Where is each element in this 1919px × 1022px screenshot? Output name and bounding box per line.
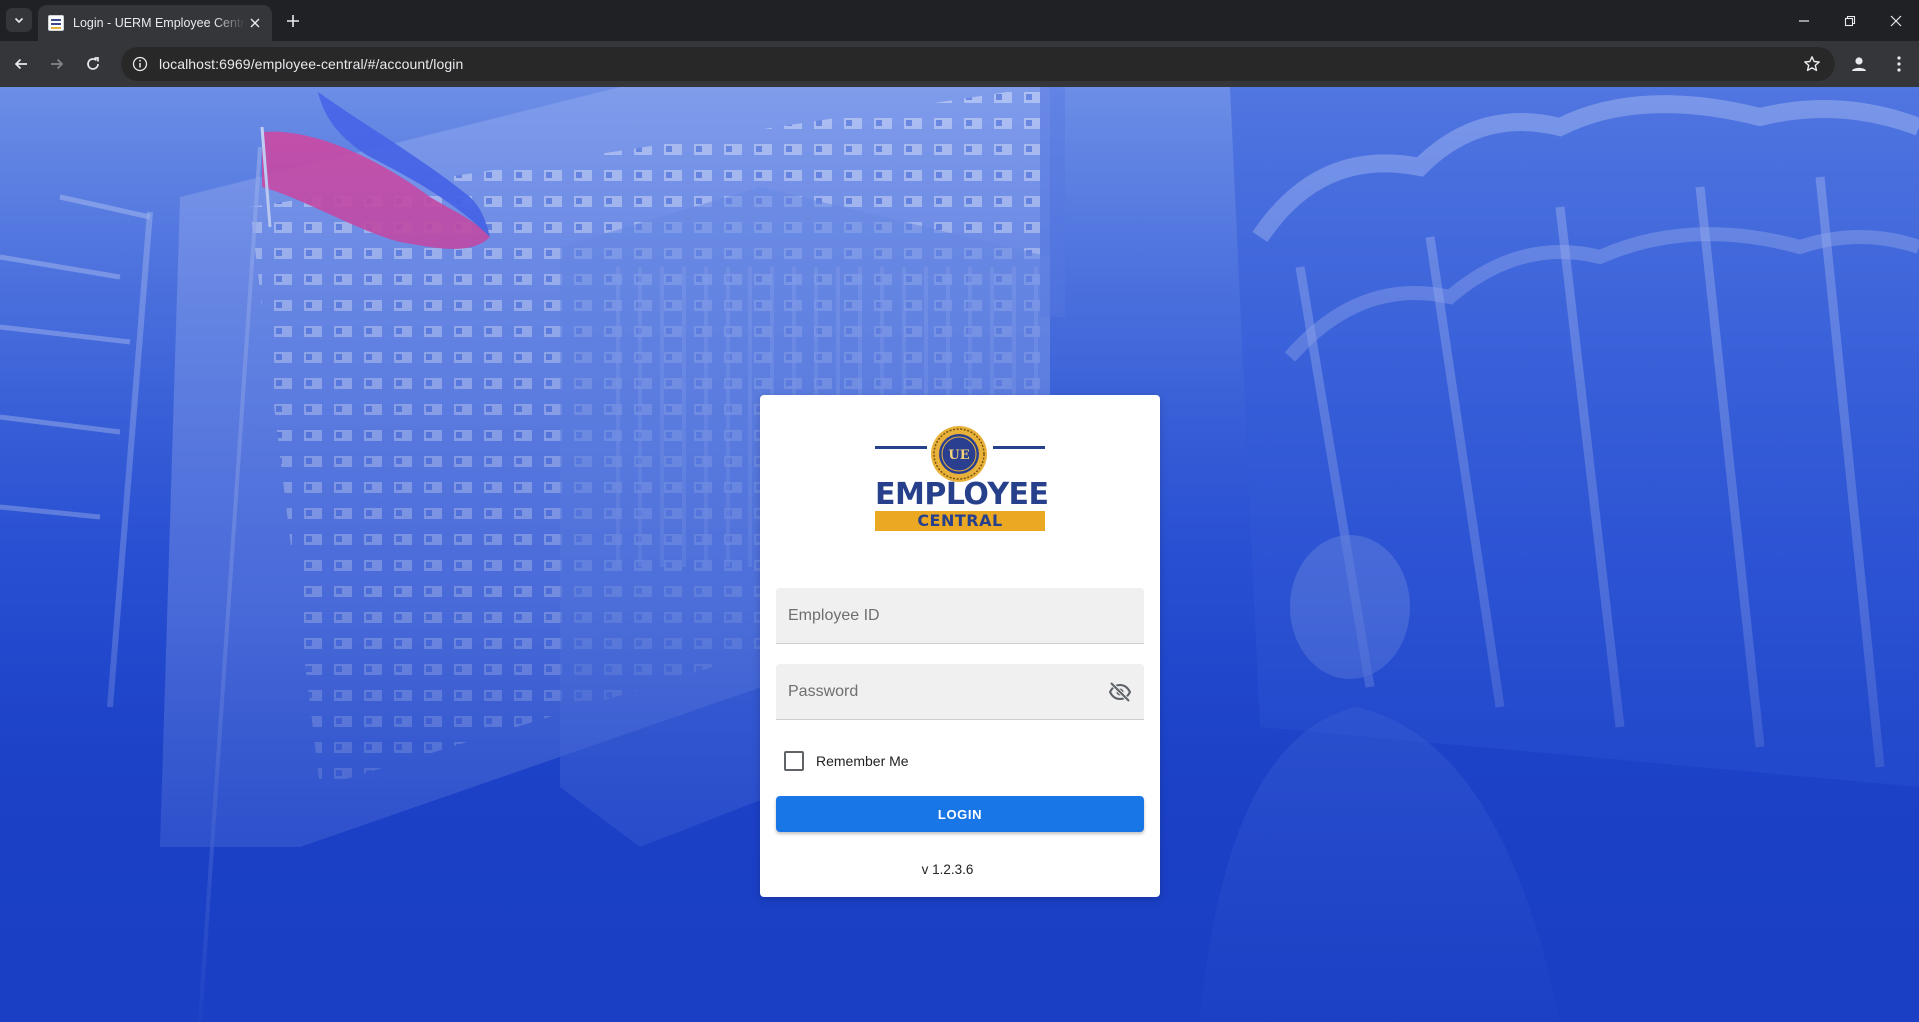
site-info-button[interactable] (129, 53, 151, 75)
close-window-button[interactable] (1873, 0, 1919, 41)
browser-menu-button[interactable] (1887, 52, 1911, 76)
reload-button[interactable] (78, 49, 108, 79)
profile-button[interactable] (1847, 52, 1871, 76)
remember-me-label[interactable]: Remember Me (816, 753, 909, 769)
new-tab-button[interactable] (281, 9, 305, 33)
remember-me-checkbox[interactable] (784, 751, 804, 771)
minimize-button[interactable] (1781, 0, 1827, 41)
arrow-right-icon (51, 58, 64, 70)
restore-button[interactable] (1827, 0, 1873, 41)
app-version: v 1.2.3.6 (921, 862, 974, 877)
restore-icon (1844, 15, 1856, 26)
plus-icon (287, 15, 299, 27)
address-bar[interactable]: localhost:6969/employee-central/#/accoun… (121, 47, 1835, 81)
forward-button[interactable] (42, 49, 72, 79)
logo-word-employee: EMPLOYEE (875, 477, 1049, 512)
star-icon (1804, 56, 1820, 72)
favicon-icon (48, 15, 64, 31)
close-icon (250, 18, 260, 28)
browser-tab-active[interactable]: Login - UERM Employee Central (38, 5, 272, 41)
tab-search-button[interactable] (6, 8, 32, 32)
browser-toolbar: localhost:6969/employee-central/#/accoun… (0, 41, 1919, 87)
login-page: UE EMPLOYEE CENTRAL Remember Me LOGIN v … (0, 87, 1919, 1022)
kebab-menu-icon (1897, 56, 1901, 72)
info-icon (132, 56, 148, 72)
bookmark-button[interactable] (1801, 53, 1823, 75)
login-card: UE EMPLOYEE CENTRAL Remember Me LOGIN v … (760, 395, 1160, 897)
logo-word-central: CENTRAL (875, 511, 1045, 531)
reload-icon (87, 57, 99, 70)
employee-central-logo: UE EMPLOYEE CENTRAL (875, 425, 1049, 537)
chevron-down-icon (14, 17, 24, 24)
back-button[interactable] (6, 49, 36, 79)
profile-icon (1852, 57, 1866, 71)
url-text[interactable]: localhost:6969/employee-central/#/accoun… (159, 56, 463, 72)
password-input[interactable] (788, 664, 1108, 720)
login-button[interactable]: LOGIN (776, 796, 1144, 832)
tab-title: Login - UERM Employee Central (73, 16, 245, 30)
employee-id-input[interactable] (788, 588, 1108, 644)
remember-me[interactable]: Remember Me (784, 749, 909, 773)
svg-text:UE: UE (948, 448, 969, 463)
minimize-icon (1799, 19, 1809, 22)
employee-id-field[interactable] (776, 588, 1144, 644)
uerm-seal-icon: UE (931, 426, 987, 482)
eye-off-icon[interactable] (1108, 680, 1132, 704)
browser-tab-strip: Login - UERM Employee Central (0, 0, 1919, 41)
close-icon (1890, 15, 1902, 26)
tab-close-button[interactable] (246, 14, 264, 32)
arrow-left-icon (14, 58, 27, 70)
password-field[interactable] (776, 664, 1144, 720)
